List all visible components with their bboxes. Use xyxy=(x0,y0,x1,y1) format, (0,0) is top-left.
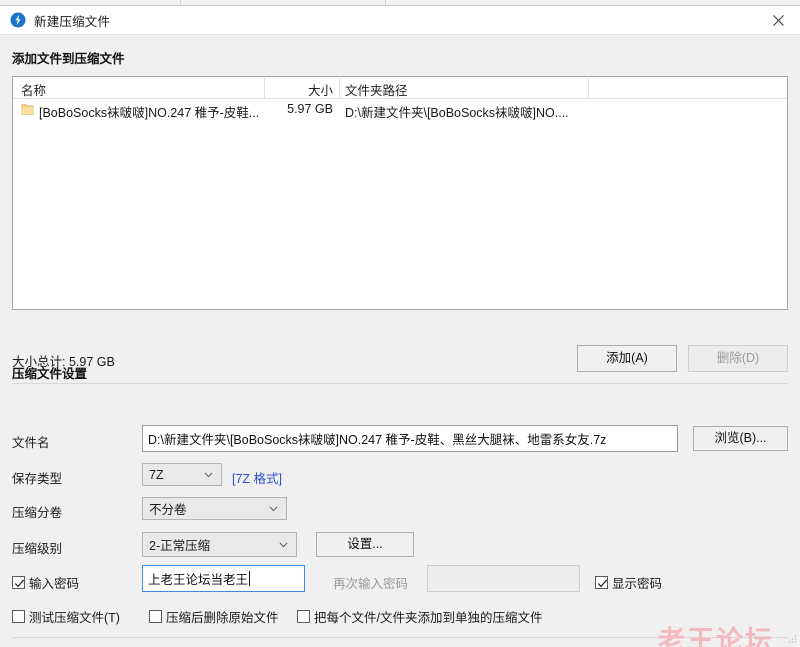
separate-archives-label: 把每个文件/文件夹添加到单独的压缩文件 xyxy=(314,607,542,626)
password-value: 上老王论坛当老王 xyxy=(148,569,248,588)
lightning-bolt-icon xyxy=(10,12,26,28)
filename-input[interactable]: D:\新建文件夹\[BoBoSocks袜啵啵]NO.247 稚予-皮鞋、黑丝大腿… xyxy=(142,425,678,452)
checkbox-box xyxy=(149,610,162,623)
password-input[interactable]: 上老王论坛当老王 xyxy=(142,565,305,592)
filename-label: 文件名 xyxy=(12,432,50,451)
cell-size: 5.97 GB xyxy=(269,102,333,116)
file-list-header: 名称 大小 文件夹路径 xyxy=(13,77,787,99)
confirm-password-label: 再次输入密码 xyxy=(333,573,408,592)
cell-name: [BoBoSocks袜啵啵]NO.247 稚予-皮鞋... xyxy=(39,102,261,121)
archive-settings-heading: 压缩文件设置 xyxy=(12,363,87,382)
compression-level-label: 压缩级别 xyxy=(12,538,62,557)
confirm-password-input xyxy=(427,565,580,592)
volume-value: 不分卷 xyxy=(149,499,187,518)
add-button[interactable]: 添加(A) xyxy=(577,345,677,372)
dialog-body: 添加文件到压缩文件 名称 大小 文件夹路径 [BoBoSocks袜啵啵]NO.2… xyxy=(0,36,800,647)
chevron-down-icon xyxy=(204,472,213,478)
enter-password-checkbox[interactable]: 输入密码 xyxy=(12,573,79,592)
format-link[interactable]: [7Z 格式] xyxy=(232,468,282,487)
cell-path: D:\新建文件夹\[BoBoSocks袜啵啵]NO.... xyxy=(345,102,585,121)
checkbox-box xyxy=(595,576,608,589)
save-type-select[interactable]: 7Z xyxy=(142,463,222,486)
show-password-label: 显示密码 xyxy=(612,573,662,592)
divider-top xyxy=(12,383,788,384)
test-archive-checkbox[interactable]: 测试压缩文件(T) xyxy=(12,607,120,626)
browse-button[interactable]: 浏览(B)... xyxy=(693,426,788,451)
save-type-value: 7Z xyxy=(149,468,164,482)
separate-archives-checkbox[interactable]: 把每个文件/文件夹添加到单独的压缩文件 xyxy=(297,607,542,626)
column-divider-3[interactable] xyxy=(588,78,589,98)
title-bar: 新建压缩文件 xyxy=(0,6,800,35)
column-divider-2[interactable] xyxy=(339,78,340,98)
settings-button[interactable]: 设置... xyxy=(316,532,414,557)
column-header-name[interactable]: 名称 xyxy=(21,80,251,99)
add-files-heading: 添加文件到压缩文件 xyxy=(12,48,125,67)
watermark-cn: 老王论坛 xyxy=(658,619,774,647)
resize-grip-icon[interactable] xyxy=(787,634,797,644)
checkbox-box xyxy=(12,576,25,589)
save-type-label: 保存类型 xyxy=(12,468,62,487)
delete-after-checkbox[interactable]: 压缩后删除原始文件 xyxy=(149,607,279,626)
compression-level-value: 2-正常压缩 xyxy=(149,535,210,554)
column-header-size[interactable]: 大小 xyxy=(269,80,333,99)
delete-button: 删除(D) xyxy=(688,345,788,372)
compression-level-select[interactable]: 2-正常压缩 xyxy=(142,532,297,557)
close-button[interactable] xyxy=(756,6,800,35)
new-archive-dialog: 新建压缩文件 添加文件到压缩文件 名称 大小 文件夹路径 xyxy=(0,0,800,647)
file-list[interactable]: 名称 大小 文件夹路径 [BoBoSocks袜啵啵]NO.247 稚予-皮鞋..… xyxy=(12,76,788,310)
chevron-down-icon xyxy=(279,542,288,548)
volume-select[interactable]: 不分卷 xyxy=(142,497,287,520)
column-divider-1[interactable] xyxy=(264,78,265,98)
column-header-path[interactable]: 文件夹路径 xyxy=(345,80,580,99)
delete-after-label: 压缩后删除原始文件 xyxy=(166,607,279,626)
folder-icon xyxy=(21,103,34,116)
checkbox-box xyxy=(297,610,310,623)
check-icon xyxy=(597,578,608,589)
close-icon xyxy=(772,14,785,27)
table-row[interactable]: [BoBoSocks袜啵啵]NO.247 稚予-皮鞋... 5.97 GB D:… xyxy=(13,99,787,121)
text-caret xyxy=(249,571,250,586)
show-password-checkbox[interactable]: 显示密码 xyxy=(595,573,662,592)
check-icon xyxy=(14,578,25,589)
checkbox-box xyxy=(12,610,25,623)
enter-password-label: 输入密码 xyxy=(29,573,79,592)
test-archive-label: 测试压缩文件(T) xyxy=(29,607,120,626)
divider-bottom xyxy=(12,637,788,638)
chevron-down-icon xyxy=(269,506,278,512)
volume-label: 压缩分卷 xyxy=(12,502,62,521)
window-title: 新建压缩文件 xyxy=(34,11,110,30)
